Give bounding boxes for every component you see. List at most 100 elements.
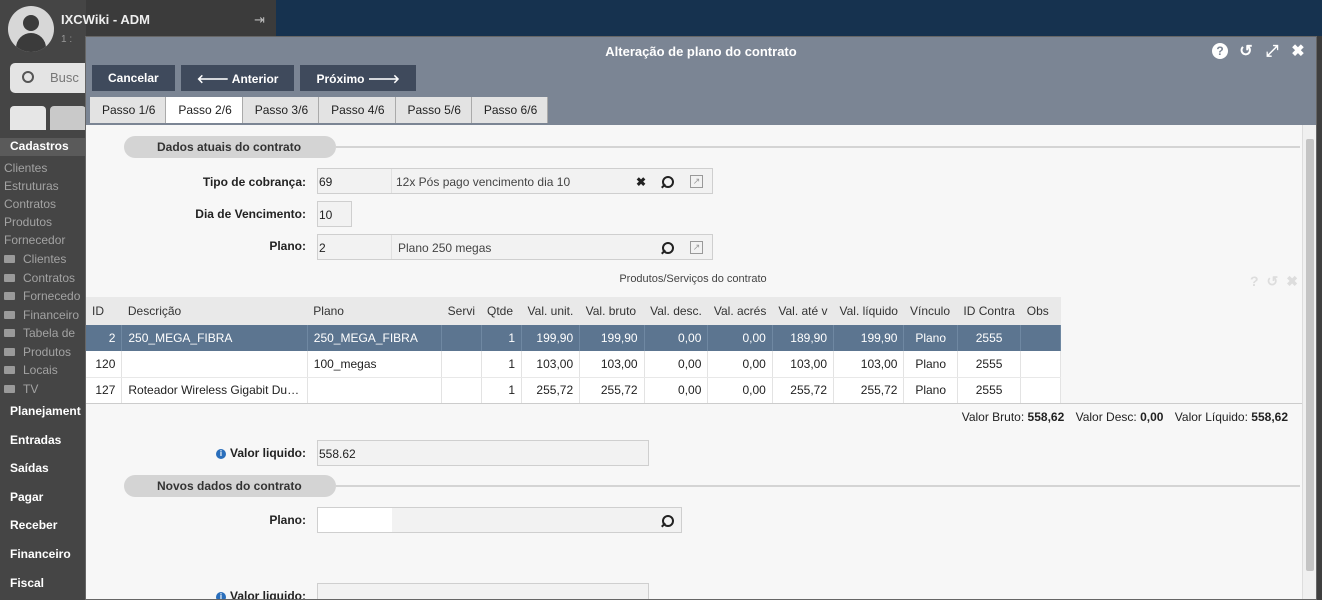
menu-folder-label: Clientes (23, 252, 67, 266)
menu-section[interactable]: Receber (0, 518, 57, 532)
menu-folder[interactable]: Produtos (0, 345, 71, 359)
column-header[interactable]: Val. bruto (579, 297, 645, 325)
table-cell: 0,00 (707, 325, 773, 351)
menu-link[interactable]: Estruturas (0, 179, 59, 193)
logout-icon[interactable]: ⇥ (254, 12, 265, 28)
clear-icon[interactable]: ✖ (634, 175, 648, 189)
total-desc-label: Valor Desc: (1075, 410, 1137, 424)
close-icon[interactable]: ✖ (1286, 273, 1298, 290)
wizard-step[interactable]: Passo 3/6 (242, 97, 320, 123)
menu-folder[interactable]: Contratos (0, 271, 75, 285)
menu-folder[interactable]: Tabela de (0, 326, 75, 340)
column-header[interactable]: Descrição (121, 297, 308, 325)
menu-folder-label: Financeiro (23, 307, 80, 322)
search-icon[interactable] (660, 514, 674, 528)
column-header[interactable]: Val. acrés (707, 297, 773, 325)
menu-heading[interactable]: Cadastros (0, 138, 86, 156)
plano-label: Plano: (269, 239, 306, 253)
table-cell: 2 (86, 325, 123, 351)
column-header[interactable]: ID (86, 297, 122, 325)
new-valor-liquido-field[interactable] (317, 583, 649, 599)
table-row[interactable]: 127 Roteador Wireless Gigabit Du… 1 255,72 2… (86, 377, 1316, 404)
column-header[interactable]: Val. unit. (521, 297, 580, 325)
menu-section[interactable]: Financeiro (0, 547, 71, 561)
help-icon[interactable]: ? (1250, 273, 1259, 290)
previous-button[interactable]: 🡐 Anterior (180, 65, 295, 91)
tab-print-icon[interactable] (50, 106, 86, 130)
table-cell (441, 377, 482, 404)
menu-folder[interactable]: TV (0, 382, 38, 396)
modal-scrollbar[interactable] (1302, 125, 1316, 599)
plano-code[interactable]: 2 (318, 235, 392, 259)
menu-link[interactable]: Clientes (0, 161, 47, 175)
column-header[interactable]: Plano (307, 297, 442, 325)
menu-section[interactable]: Fiscal (0, 576, 44, 590)
reload-icon[interactable]: ↺ (1267, 273, 1279, 290)
table-cell: 103,00 (772, 351, 835, 378)
valor-liquido-field[interactable]: 558.62 (317, 440, 649, 466)
menu-folder[interactable]: Financeiro (0, 308, 79, 322)
tab-menu-icon[interactable] (10, 106, 46, 130)
wizard-step[interactable]: Passo 1/6 (90, 97, 167, 123)
dia-vencimento-field[interactable]: 10 (317, 201, 352, 227)
table-cell: 127 (86, 377, 123, 404)
column-header[interactable]: Val. até v (772, 297, 834, 325)
table-cell (121, 351, 308, 378)
menu-link[interactable]: Fornecedor (0, 233, 65, 247)
table-row[interactable]: 2 250_MEGA_FIBRA 250_MEGA_FIBRA 1 199,90 199,… (86, 325, 1316, 351)
reload-icon[interactable]: ↺ (1238, 43, 1254, 61)
total-liquido-label: Valor Líquido: (1174, 410, 1248, 424)
table-row[interactable]: 120 100_megas 1 103,00 103,00 0,00 0,00 103,00 1… (86, 351, 1316, 378)
menu-section[interactable]: Entradas (0, 433, 61, 447)
table-cell: Plano (903, 377, 958, 404)
plano-field[interactable]: 2 Plano 250 megas ↗ (317, 234, 713, 260)
wizard-step[interactable]: Passo 5/6 (395, 97, 472, 123)
column-header[interactable]: Obs (1020, 297, 1061, 325)
open-record-icon[interactable]: ↗ (690, 175, 703, 188)
menu-section[interactable]: Planejament (0, 404, 81, 418)
open-record-icon[interactable]: ↗ (690, 241, 703, 254)
menu-folder[interactable]: Fornecedo (0, 289, 80, 303)
new-plano-code-input[interactable] (318, 508, 392, 532)
column-header[interactable]: Vínculo (903, 297, 958, 325)
user-avatar-icon[interactable] (8, 6, 54, 52)
close-icon[interactable]: ✖ (1290, 43, 1306, 61)
folder-icon (4, 366, 15, 374)
help-icon[interactable]: ? (1212, 43, 1228, 59)
dia-vencimento-label: Dia de Vencimento: (195, 207, 306, 221)
search-icon[interactable] (660, 175, 674, 189)
modal-body: Dados atuais do contrato Tipo de cobranç… (86, 125, 1316, 599)
column-header[interactable]: Val. desc. (644, 297, 708, 325)
table-cell: 0,00 (707, 351, 773, 378)
tipo-cobranca-code[interactable]: 69 (318, 169, 392, 193)
menu-folder-label: Tabela de (23, 326, 76, 340)
folder-icon (4, 329, 15, 337)
search-icon[interactable] (660, 241, 674, 255)
tipo-cobranca-field[interactable]: 69 12x Pós pago vencimento dia 10 ✖ ↗ (317, 168, 713, 194)
menu-folder[interactable]: Locais (0, 363, 58, 377)
menu-section[interactable]: Saídas (0, 461, 49, 475)
next-button[interactable]: Próximo 🡒 (300, 65, 416, 91)
menu-section[interactable]: Pagar (0, 490, 43, 504)
wizard-step[interactable]: Passo 6/6 (471, 97, 549, 123)
new-plano-field[interactable] (317, 507, 682, 533)
maximize-icon[interactable]: ⤢ (1264, 43, 1280, 61)
column-header[interactable]: ID Contra (957, 297, 1021, 325)
column-header[interactable]: Servi (441, 297, 481, 325)
menu-folder-label: Produtos (23, 344, 72, 359)
table-cell (1020, 351, 1062, 378)
wizard-step[interactable]: Passo 2/6 (166, 97, 243, 123)
scrollbar-thumb[interactable] (1306, 139, 1314, 571)
wizard-step[interactable]: Passo 4/6 (319, 97, 396, 123)
table-cell (1020, 377, 1062, 404)
menu-link[interactable]: Produtos (0, 215, 52, 229)
cancel-button[interactable]: Cancelar (92, 65, 175, 91)
table-cell (441, 351, 482, 378)
valor-liquido-label: i Valor liquido: (146, 446, 306, 460)
column-header[interactable]: Qtde (481, 297, 522, 325)
table-cell: 103,00 (579, 351, 645, 378)
menu-link[interactable]: Contratos (0, 197, 56, 211)
column-header[interactable]: Val. líquido (833, 297, 904, 325)
menu-folder[interactable]: Clientes (0, 252, 66, 266)
table-cell: 0,00 (644, 377, 709, 404)
